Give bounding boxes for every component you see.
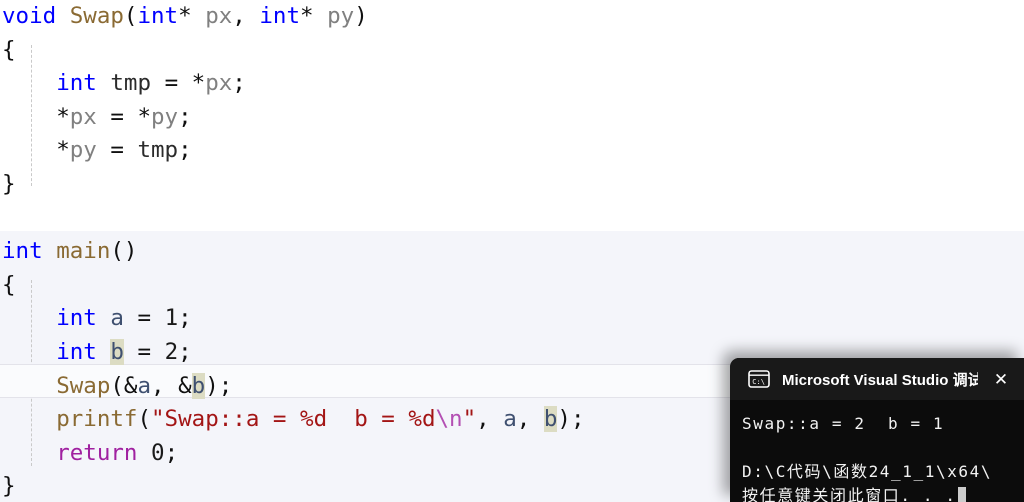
console-title-text: Microsoft Visual Studio 调试控制台 (782, 371, 978, 389)
token-punct: ); (205, 372, 233, 399)
console-output-line: Swap::a = 2 b = 1 (742, 414, 945, 433)
token-keyword-int: int (137, 3, 179, 29)
token-param-px: px (69, 103, 97, 130)
token-keyword-int: int (56, 338, 97, 365)
token-brace-open: { (2, 36, 16, 63)
code-line-blank[interactable] (0, 202, 1024, 236)
token-punct: * (178, 3, 192, 29)
token-function-swap-call: Swap (56, 372, 111, 399)
token-local-tmp: tmp (110, 70, 152, 97)
console-output-line: D:\C代码\函数24_1_1\x64\ (742, 462, 993, 481)
token-punct: ; (178, 338, 192, 365)
token-keyword-return: return (56, 439, 138, 466)
token-punct: ) (354, 3, 368, 29)
code-line[interactable]: *px = *py; (0, 101, 1024, 135)
token-function-swap: Swap (69, 3, 124, 29)
code-line[interactable]: int tmp = *px; (0, 67, 1024, 101)
token-punct: ; (178, 137, 192, 164)
token-punct: = (110, 103, 124, 130)
token-punct: ( (123, 3, 138, 29)
code-line[interactable]: { (0, 34, 1024, 68)
console-caret (957, 487, 966, 502)
token-keyword-int: int (56, 305, 97, 332)
terminal-cmd-icon: C:\ (748, 370, 770, 388)
token-punct: * (300, 3, 314, 29)
console-output-line-prompt: 按任意键关闭此窗口. . . (742, 484, 1024, 502)
token-keyword-int: int (259, 3, 301, 29)
token-punct: ( (137, 406, 152, 433)
token-brace-open: { (2, 271, 16, 298)
token-punct: ; (232, 70, 246, 97)
code-line[interactable]: int main() (0, 235, 1024, 269)
token-punct: ); (557, 406, 585, 433)
token-punct: , (232, 3, 246, 29)
token-punct: () (110, 238, 138, 265)
token-var-b: b (110, 338, 124, 365)
token-punct: , & (151, 372, 192, 399)
token-punct: * (191, 70, 206, 97)
code-line[interactable]: int a = 1; (0, 302, 1024, 336)
token-string-close: " (462, 406, 477, 433)
token-punct: * (56, 137, 70, 164)
token-param-py: py (69, 137, 97, 164)
token-param-py: py (151, 103, 179, 130)
token-var-b: b (543, 406, 558, 433)
token-var-b: b (191, 372, 206, 399)
token-punct: = (110, 137, 124, 164)
console-output-blank (742, 436, 1024, 460)
token-var-a: a (503, 406, 517, 433)
token-keyword-void: void (2, 3, 57, 29)
token-punct: ; (178, 103, 192, 130)
token-number-2: 2 (164, 338, 179, 365)
console-prompt-text: 按任意键关闭此窗口. . . (742, 486, 957, 502)
token-punct: , (476, 406, 490, 433)
close-icon[interactable]: ✕ (984, 358, 1018, 400)
code-line[interactable]: { (0, 269, 1024, 303)
token-punct: * (56, 103, 70, 130)
token-keyword-int: int (2, 238, 43, 265)
token-param-px: px (205, 70, 233, 97)
token-var-a: a (110, 305, 124, 332)
token-param-px: px (205, 3, 233, 29)
token-punct: , (516, 406, 531, 433)
token-brace-close: } (2, 473, 16, 500)
token-function-main: main (56, 238, 111, 265)
token-brace-close: } (2, 170, 16, 197)
token-number-1: 1 (164, 305, 179, 332)
token-punct: = (164, 70, 179, 97)
token-var-a: a (137, 372, 152, 399)
token-punct: = (137, 305, 152, 332)
token-function-printf: printf (56, 406, 138, 433)
token-number-0: 0 (151, 439, 165, 466)
token-punct: ; (164, 439, 179, 466)
code-line[interactable]: } (0, 168, 1024, 202)
token-punct: ; (178, 305, 192, 332)
token-local-tmp: tmp (137, 137, 179, 164)
console-output[interactable]: Swap::a = 2 b = 1D:\C代码\函数24_1_1\x64\按任意… (730, 400, 1024, 502)
token-param-py: py (327, 3, 355, 29)
code-line[interactable]: *py = tmp; (0, 134, 1024, 168)
console-titlebar[interactable]: C:\ Microsoft Visual Studio 调试控制台 ✕ (730, 358, 1024, 400)
debug-console-window[interactable]: C:\ Microsoft Visual Studio 调试控制台 ✕ Swap… (730, 358, 1024, 502)
svg-text:C:\: C:\ (752, 378, 765, 386)
token-punct: = (137, 338, 152, 365)
token-punct: * (137, 103, 152, 130)
token-punct: (& (110, 372, 138, 399)
token-escape-newline: \n (435, 406, 463, 433)
code-line[interactable]: void Swap(int* px, int* py) (0, 0, 1024, 34)
token-keyword-int: int (56, 70, 97, 97)
token-string-literal: "Swap::a = %d b = %d (151, 406, 436, 433)
